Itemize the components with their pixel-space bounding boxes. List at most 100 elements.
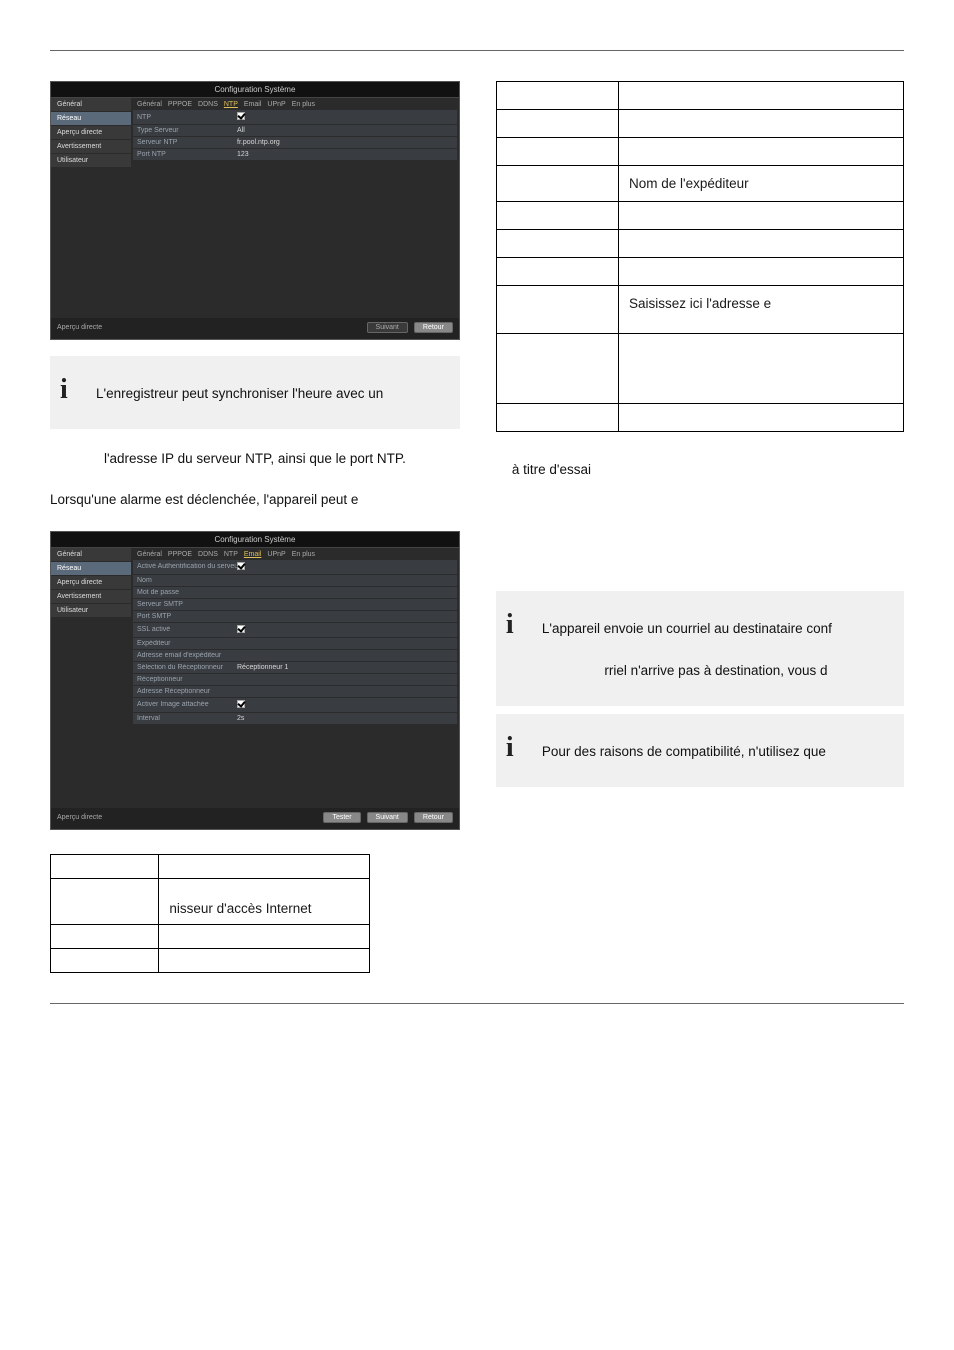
para-alarme: Lorsqu'une alarme est déclenchée, l'appa… [50,490,460,511]
sidebar-item-general[interactable]: Général [51,98,131,112]
sidebar-item-utilisateur[interactable]: Utilisateur [51,154,131,168]
table-row [51,924,370,948]
cell [159,854,369,878]
row-type-serveur: Type Serveur All [133,125,457,136]
tab-email[interactable]: Email [244,101,262,108]
tabs-row-2: Général PPPOE DDNS NTP Email UPnP En plu… [131,548,459,558]
info-icon: i [506,611,534,682]
value-port-ntp[interactable]: 123 [237,151,453,158]
tab-enplus[interactable]: En plus [292,101,315,108]
row-smtp-port: Port SMTP [133,611,457,622]
cell [496,334,618,404]
sidebar2-item-reseau[interactable]: Réseau [51,562,131,576]
label-smtp-port: Port SMTP [137,613,237,620]
row-smtp-srv: Serveur SMTP [133,599,457,610]
tab2-enplus[interactable]: En plus [292,551,315,558]
label-adr-recep: Adresse Réceptionneur [137,688,237,695]
value-type-serveur[interactable]: All [237,127,453,134]
sidebar2-item-utilisateur[interactable]: Utilisateur [51,604,131,618]
table-row [496,82,903,110]
tab-ntp[interactable]: NTP [224,101,238,108]
table-row: Saisissez ici l'adresse e [496,286,903,334]
cell [619,404,904,432]
form-rows-email: Activé Authentification du serveur Nom M… [133,560,457,724]
label-ssl: SSL activé [137,626,237,633]
cell [51,924,159,948]
label-port-ntp: Port NTP [137,151,237,158]
cell [496,404,618,432]
checkbox-ssl[interactable] [237,625,245,633]
sidebar-item-reseau[interactable]: Réseau [51,112,131,126]
table-row [496,334,903,404]
checkbox-ntp[interactable] [237,112,245,120]
cell [619,82,904,110]
cell [619,110,904,138]
table-row: Nom de l'expéditeur [496,166,903,202]
tab2-general[interactable]: Général [137,551,162,558]
row-expediteur: Expéditeur [133,638,457,649]
table-row [496,230,903,258]
label-serveur-ntp: Serveur NTP [137,139,237,146]
suivant-button[interactable]: Suivant [367,322,408,333]
cell [496,110,618,138]
cell-expediteur: Nom de l'expéditeur [619,166,904,202]
cell [159,924,369,948]
sidebar-2: Général Réseau Aperçu directe Avertissem… [51,548,131,808]
cell [619,230,904,258]
tab-upnp[interactable]: UPnP [267,101,285,108]
sidebar: Général Réseau Aperçu directe Avertissem… [51,98,131,318]
checkbox-auth[interactable] [237,562,245,570]
table-row [496,404,903,432]
row-auth: Activé Authentification du serveur [133,560,457,574]
label-smtp-srv: Serveur SMTP [137,601,237,608]
tab2-ntp[interactable]: NTP [224,551,238,558]
label-auth: Activé Authentification du serveur [137,563,237,570]
sidebar-item-avertissement[interactable]: Avertissement [51,140,131,154]
label-expediteur: Expéditeur [137,640,237,647]
isp-table: nisseur d'accès Internet [50,854,370,973]
row-port-ntp: Port NTP 123 [133,149,457,160]
cell [496,166,618,202]
retour-button-2[interactable]: Retour [414,812,453,823]
row-adr-exp: Adresse email d'expéditeur [133,650,457,661]
tab-general[interactable]: Général [137,101,162,108]
cell [159,948,369,972]
tab2-pppoe[interactable]: PPPOE [168,551,192,558]
sidebar2-item-apercu-directe[interactable]: Aperçu directe [51,576,131,590]
tester-button[interactable]: Tester [323,812,360,823]
cell [619,202,904,230]
para-titre-essai: à titre d'essai [512,460,904,481]
row-recep: Réceptionneur [133,674,457,685]
retour-button[interactable]: Retour [414,322,453,333]
footer-caption-2: Aperçu directe [57,814,102,821]
value-serveur-ntp[interactable]: fr.pool.ntp.org [237,139,453,146]
checkbox-img[interactable] [237,700,245,708]
tab-ddns[interactable]: DDNS [198,101,218,108]
table-row: nisseur d'accès Internet [51,878,370,924]
sidebar2-item-general[interactable]: Général [51,548,131,562]
cell [496,258,618,286]
info2-line2: rriel n'arrive pas à destination, vous d [542,661,890,682]
sidebar-item-apercu-directe[interactable]: Aperçu directe [51,126,131,140]
tab2-upnp[interactable]: UPnP [267,551,285,558]
right-table: Nom de l'expéditeur Saisissez ici l'adre… [496,81,904,432]
cell: nisseur d'accès Internet [159,878,369,924]
config-window-email: Configuration Système Général Réseau Ape… [50,531,460,830]
info-box-ntp: i L'enregistreur peut synchroniser l'heu… [50,356,460,429]
tab2-email[interactable]: Email [244,551,262,558]
label-sel-recep: Sélection du Réceptionneur [137,664,237,671]
table-row [496,138,903,166]
sidebar2-item-avertissement[interactable]: Avertissement [51,590,131,604]
cell [51,854,159,878]
window-footer: Aperçu directe Suivant Retour [51,318,459,339]
footer-caption: Aperçu directe [57,324,102,331]
label-adr-exp: Adresse email d'expéditeur [137,652,237,659]
suivant-button-2[interactable]: Suivant [367,812,408,823]
tab2-ddns[interactable]: DDNS [198,551,218,558]
para-ntp-adresse: l'adresse IP du serveur NTP, ainsi que l… [50,449,460,470]
config-window-ntp: Configuration Système Général Réseau Ape… [50,81,460,340]
value-interval[interactable]: 2s [237,715,453,722]
tab-pppoe[interactable]: PPPOE [168,101,192,108]
cell [619,334,904,404]
value-sel-recep[interactable]: Réceptionneur 1 [237,664,453,671]
